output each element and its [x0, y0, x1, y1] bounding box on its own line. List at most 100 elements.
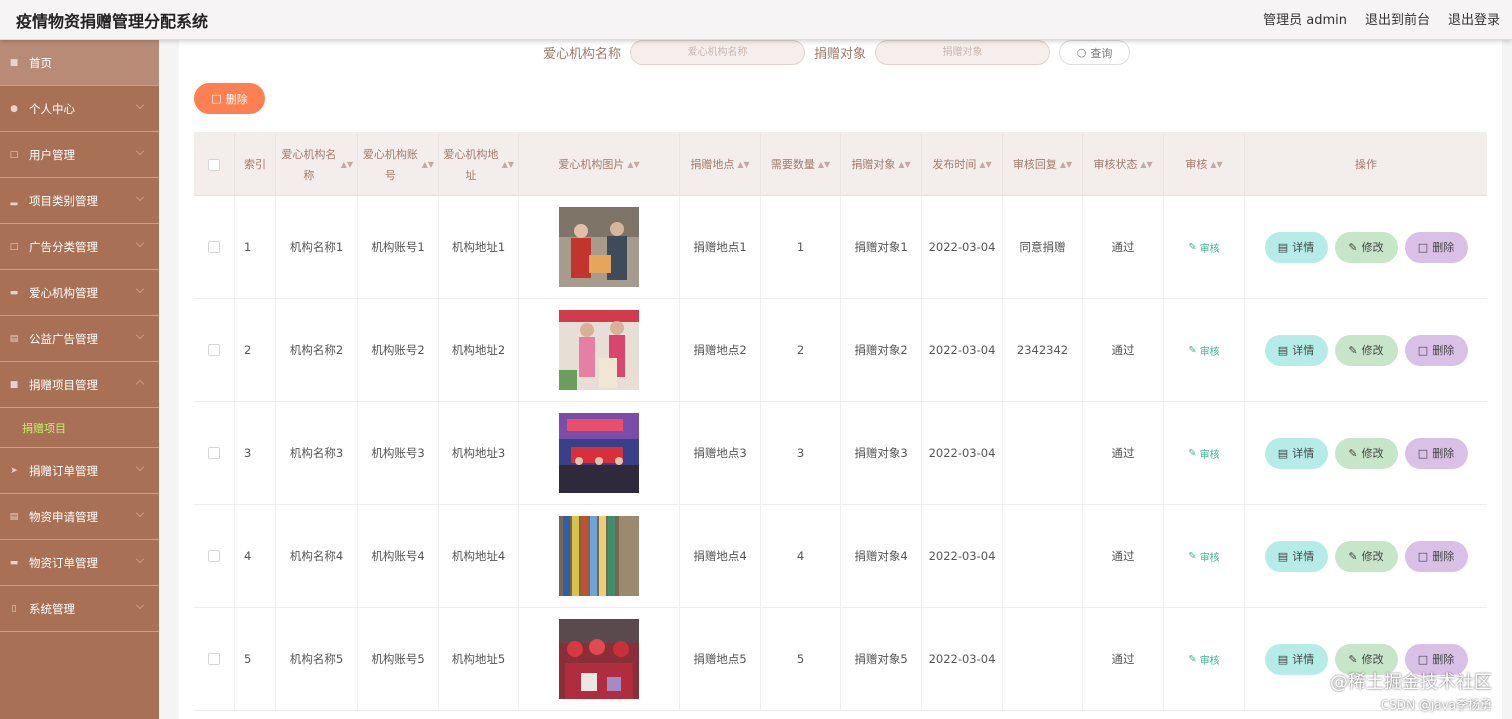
org-account-cell: 机构账号3 [358, 402, 439, 504]
row-checkbox[interactable] [208, 447, 220, 459]
pencil-icon: ✎ [1348, 343, 1358, 357]
chevron-down-icon [135, 508, 145, 518]
audit-link[interactable]: ✎ 审核 [1188, 343, 1219, 358]
target-cell: 捐赠对象2 [841, 299, 922, 401]
delete-button[interactable]: □ 删除 [1404, 540, 1468, 572]
sidebar-subitem-donation-project[interactable]: 捐赠项目 [0, 408, 159, 448]
sidebar-item-system[interactable]: ▯ 系统管理 [0, 586, 159, 632]
detail-button[interactable]: ▤ 详情 [1264, 231, 1328, 263]
detail-button[interactable]: ▤ 详情 [1264, 437, 1328, 469]
sidebar-item-project-category[interactable]: ▂ 项目类别管理 [0, 178, 159, 224]
delete-label: 删除 [1432, 447, 1455, 460]
org-image[interactable] [559, 207, 639, 287]
row-checkbox-cell [194, 299, 235, 401]
edit-button[interactable]: ✎ 修改 [1334, 334, 1398, 366]
row-checkbox[interactable] [208, 344, 220, 356]
watermark-line-1: @稀土掘金技术社区 [1330, 672, 1492, 693]
column-header[interactable]: 审核回复 ▲▼ [1003, 133, 1083, 196]
time-cell: 2022-03-04 [922, 196, 1003, 298]
org-image-cell [519, 505, 680, 607]
sidebar-item-supply-order[interactable]: ▬ 物资订单管理 [0, 540, 159, 586]
sidebar-item-supply-application[interactable]: ▤ 物资申请管理 [0, 494, 159, 540]
select-all-checkbox[interactable] [208, 158, 220, 171]
status-cell: 通过 [1083, 196, 1164, 298]
org-image[interactable] [559, 310, 639, 390]
column-header[interactable]: 捐赠地点 ▲▼ [680, 133, 761, 196]
org-name-input[interactable]: 爱心机构名称 [630, 40, 806, 65]
edit-button[interactable]: ✎ 修改 [1334, 437, 1398, 469]
column-header[interactable]: 爱心机构地址 ▲▼ [439, 133, 519, 196]
actions-cell: ▤ 详情 ✎ 修改 □ 删除 [1245, 402, 1487, 504]
sidebar-item-public-ad[interactable]: ▤ 公益广告管理 [0, 316, 159, 362]
sidebar-item-donation-order[interactable]: ➤ 捐赠订单管理 [0, 448, 159, 494]
sidebar-item-personal-center[interactable]: ● 个人中心 [0, 86, 159, 132]
column-header[interactable]: 爱心机构名称 ▲▼ [276, 133, 358, 196]
audit-link[interactable]: ✎ 审核 [1188, 446, 1219, 461]
detail-label: 详情 [1292, 550, 1315, 563]
sidebar-item-donation-project[interactable]: ■ 捐赠项目管理 [0, 362, 159, 408]
reply-cell: 2342342 [1003, 299, 1083, 401]
column-header[interactable]: 审核 ▲▼ [1164, 133, 1245, 196]
sidebar-item-charity-org[interactable]: ▬ 爱心机构管理 [0, 270, 159, 316]
search-button[interactable]: ○ 查询 [1059, 40, 1131, 65]
table-row: 4 机构名称4 机构账号4 机构地址4 捐赠地点4 4 捐赠对象4 2022-0… [194, 505, 1487, 608]
row-checkbox[interactable] [208, 241, 220, 253]
chevron-down-icon [135, 192, 145, 202]
sidebar-item-ad-category[interactable]: □ 广告分类管理 [0, 224, 159, 270]
chevron-down-icon [135, 554, 145, 564]
row-actions: ▤ 详情 ✎ 修改 □ 删除 [1264, 231, 1468, 263]
delete-button[interactable]: □ 删除 [1404, 334, 1468, 366]
row-checkbox[interactable] [208, 550, 220, 562]
sidebar-item-label: 首页 [29, 55, 52, 70]
column-header[interactable]: 捐赠对象 ▲▼ [841, 133, 922, 196]
column-header[interactable]: 爱心机构图片 ▲▼ [519, 133, 680, 196]
time-cell: 2022-03-04 [922, 299, 1003, 401]
edit-button[interactable]: ✎ 修改 [1334, 231, 1398, 263]
detail-button[interactable]: ▤ 详情 [1264, 540, 1328, 572]
delete-button[interactable]: □ 删除 [1404, 437, 1468, 469]
qty-cell: 1 [761, 196, 841, 298]
edit-label: 修改 [1361, 447, 1384, 460]
column-header-label: 捐赠对象 [851, 158, 896, 171]
exit-to-front-link[interactable]: 退出到前台 [1365, 9, 1430, 28]
row-checkbox-cell [194, 196, 235, 298]
edit-label: 修改 [1361, 653, 1384, 666]
sort-icon: ▲▼ [979, 160, 992, 169]
edit-icon: ✎ [1188, 241, 1197, 253]
org-name-label: 爱心机构名称 [543, 47, 622, 62]
audit-link[interactable]: ✎ 审核 [1188, 240, 1219, 255]
logout-link[interactable]: 退出登录 [1448, 9, 1500, 28]
sidebar-item-label: 项目类别管理 [29, 193, 98, 208]
edit-icon: ✎ [1188, 447, 1197, 459]
column-header[interactable]: 爱心机构账号 ▲▼ [358, 133, 439, 196]
target-input[interactable]: 捐赠对象 [875, 40, 1051, 65]
column-header[interactable]: 发布时间 ▲▼ [922, 133, 1003, 196]
edit-button[interactable]: ✎ 修改 [1334, 540, 1398, 572]
audit-link[interactable]: ✎ 审核 [1188, 652, 1219, 667]
delete-button[interactable]: □ 删除 [1404, 231, 1468, 263]
sidebar-item-home[interactable]: ■ 首页 [0, 40, 159, 86]
detail-button[interactable]: ▤ 详情 [1264, 643, 1328, 675]
row-checkbox-cell [194, 402, 235, 504]
edit-label: 修改 [1361, 550, 1384, 563]
sort-icon: ▲▼ [817, 160, 831, 169]
column-header[interactable]: 审核状态 ▲▼ [1083, 133, 1164, 196]
org-image[interactable] [559, 619, 639, 699]
sidebar-item-user-management[interactable]: □ 用户管理 [0, 132, 159, 178]
org-image[interactable] [559, 413, 639, 493]
pencil-icon: ✎ [1348, 446, 1358, 460]
home-icon: ■ [9, 57, 19, 68]
pencil-icon: ✎ [1348, 652, 1358, 666]
status-cell: 通过 [1083, 505, 1164, 607]
org-image[interactable] [559, 516, 639, 596]
main-content: 爱心机构名称 爱心机构名称 捐赠对象 捐赠对象 ○ 查询 □ 删除 索引 爱心机… [179, 40, 1502, 719]
place-cell: 捐赠地点2 [680, 299, 761, 401]
bulk-delete-button[interactable]: □ 删除 [194, 83, 265, 114]
target-label: 捐赠对象 [814, 47, 867, 62]
detail-button[interactable]: ▤ 详情 [1264, 334, 1328, 366]
column-header[interactable]: 需要数量 ▲▼ [761, 133, 841, 196]
pencil-icon: ✎ [1348, 240, 1358, 254]
audit-link[interactable]: ✎ 审核 [1188, 549, 1219, 564]
data-table: 索引 爱心机构名称 ▲▼ 爱心机构账号 ▲▼ 爱心机构地址 ▲▼ 爱心机构图片 ▲▼ 捐… [194, 132, 1487, 711]
row-checkbox[interactable] [208, 653, 220, 665]
